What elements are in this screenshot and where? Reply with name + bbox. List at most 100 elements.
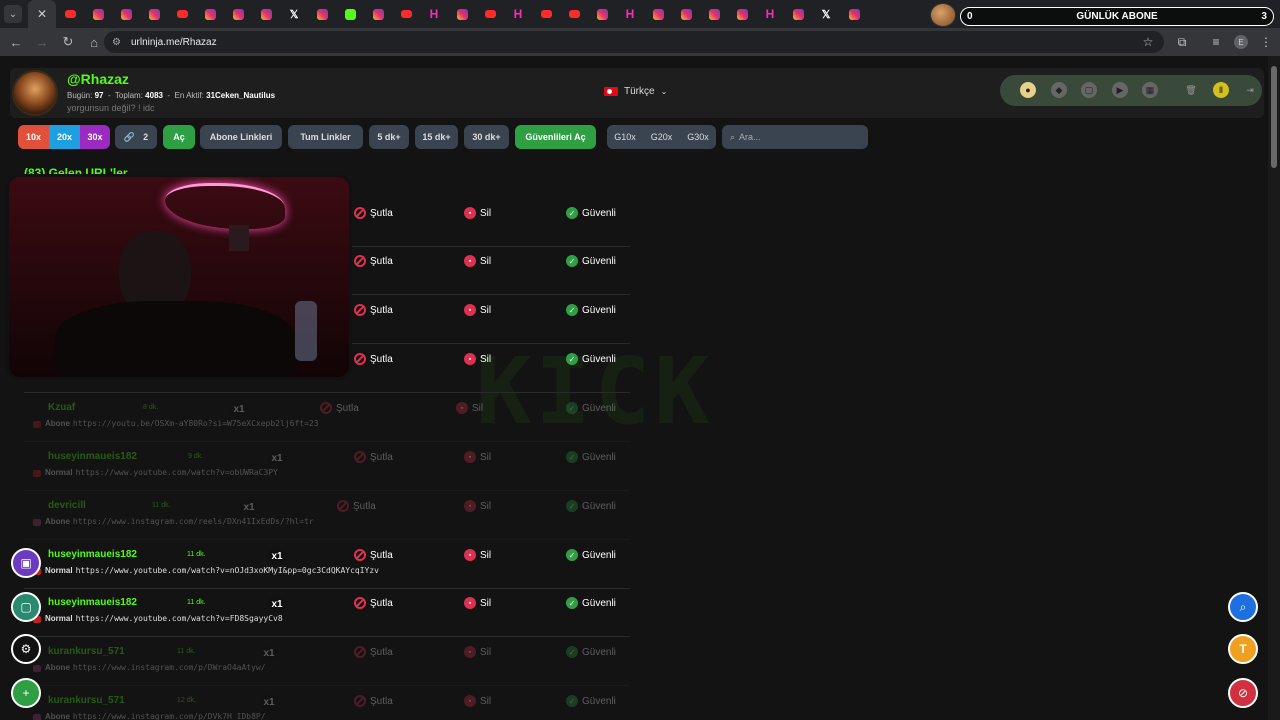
submitter-name[interactable]: Kzuaf xyxy=(48,402,75,413)
browser-tab[interactable]: 𝕏 xyxy=(812,0,840,28)
mult-10x-button[interactable]: 10x xyxy=(18,125,49,149)
kick-button[interactable]: ▢ xyxy=(11,592,41,622)
skip-button[interactable]: Şutla xyxy=(354,549,393,561)
all-links-button[interactable]: Tum Linkler xyxy=(288,125,363,149)
browser-tab[interactable] xyxy=(112,0,140,28)
profile-avatar[interactable]: E xyxy=(1234,35,1248,49)
url-line[interactable]: Abone https://www.instagram.com/p/DWraO4a… xyxy=(45,663,266,672)
delete-button[interactable]: ▪ Sil xyxy=(464,500,491,512)
min5-button[interactable]: 5 dk+ xyxy=(369,125,409,149)
grid-icon[interactable]: ▦ xyxy=(1142,82,1158,98)
t-button[interactable]: T xyxy=(1228,634,1258,664)
url-line[interactable]: Abone https://youtu.be/OSXm-aY80Ro?si=W75… xyxy=(45,419,319,428)
sub-links-button[interactable]: Abone Linkleri xyxy=(200,125,282,149)
add-user-button[interactable]: + xyxy=(11,678,41,708)
mult-30x-button[interactable]: 30x xyxy=(80,125,110,149)
browser-tab[interactable] xyxy=(196,0,224,28)
url-line[interactable]: Normal https://www.youtube.com/watch?v=nO… xyxy=(45,566,379,575)
delete-button[interactable]: ▪ Sil xyxy=(464,207,491,219)
extensions-icon[interactable]: ⧉ xyxy=(1172,32,1192,52)
submitter-name[interactable]: huseyinmaueis182 xyxy=(48,549,137,560)
media-icon[interactable]: ≡ xyxy=(1206,32,1226,52)
skip-button[interactable]: Şutla xyxy=(320,402,359,414)
browser-tab[interactable]: 𝕏 xyxy=(280,0,308,28)
skip-button[interactable]: Şutla xyxy=(354,353,393,365)
open-safe-button[interactable]: Güvenlileri Aç xyxy=(515,125,596,149)
submitter-name[interactable]: huseyinmaueis182 xyxy=(48,597,137,608)
language-select[interactable]: Türkçe ⌄ xyxy=(604,86,667,97)
browser-tab[interactable] xyxy=(588,0,616,28)
instagram-icon[interactable]: ▢ xyxy=(1081,82,1097,98)
browser-tab[interactable] xyxy=(252,0,280,28)
search-float-button[interactable]: ⌕ xyxy=(1228,592,1258,622)
safe-button[interactable]: ✓ Güvenli xyxy=(566,451,616,463)
logout-icon[interactable]: ⇥ xyxy=(1244,82,1256,98)
g20-button[interactable]: G20x xyxy=(643,125,680,149)
browser-tab[interactable] xyxy=(56,0,84,28)
submitter-name[interactable]: kurankursu_571 xyxy=(48,646,125,657)
browser-tab[interactable] xyxy=(840,0,868,28)
delete-button[interactable]: ▪ Sil xyxy=(464,353,491,365)
safe-button[interactable]: ✓ Güvenli xyxy=(566,695,616,707)
browser-tab[interactable] xyxy=(392,0,420,28)
menu-kebab-icon[interactable]: ⋮ xyxy=(1256,32,1276,52)
safe-button[interactable]: ✓ Güvenli xyxy=(566,304,616,316)
page-scrollbar[interactable] xyxy=(1268,56,1280,720)
trash-icon[interactable]: 🗑 xyxy=(1183,82,1199,98)
scrollbar-thumb[interactable] xyxy=(1271,66,1277,168)
browser-tab[interactable] xyxy=(336,0,364,28)
delete-button[interactable]: ▪ Sil xyxy=(464,549,491,561)
url-line[interactable]: Normal https://www.youtube.com/watch?v=FD… xyxy=(45,614,283,623)
browser-tab[interactable] xyxy=(308,0,336,28)
browser-tab[interactable] xyxy=(784,0,812,28)
youtube-icon[interactable]: ▶ xyxy=(1112,82,1128,98)
skip-button[interactable]: Şutla xyxy=(354,597,393,609)
skip-button[interactable]: Şutla xyxy=(354,695,393,707)
back-icon[interactable]: ← xyxy=(4,30,28,54)
safe-button[interactable]: ✓ Güvenli xyxy=(566,597,616,609)
browser-tab[interactable] xyxy=(532,0,560,28)
skip-button[interactable]: Şutla xyxy=(354,451,393,463)
browser-tab[interactable] xyxy=(224,0,252,28)
safe-button[interactable]: ✓ Güvenli xyxy=(566,353,616,365)
settings-button[interactable]: ⚙ xyxy=(11,634,41,664)
safe-button[interactable]: ✓ Güvenli xyxy=(566,255,616,267)
browser-tab[interactable] xyxy=(644,0,672,28)
bookmark-star-icon[interactable]: ☆ xyxy=(1138,32,1158,52)
skip-button[interactable]: Şutla xyxy=(337,500,376,512)
delete-button[interactable]: ▪ Sil xyxy=(464,451,491,463)
site-info-icon[interactable]: ⚙ xyxy=(112,37,121,48)
browser-tab[interactable] xyxy=(700,0,728,28)
g30-button[interactable]: G30x xyxy=(680,125,716,149)
safe-button[interactable]: ✓ Güvenli xyxy=(566,646,616,658)
user-block-button[interactable]: ⊘ xyxy=(1228,678,1258,708)
safe-button[interactable]: ✓ Güvenli xyxy=(566,549,616,561)
tab-search-icon[interactable]: ⌄ xyxy=(4,5,22,23)
url-line[interactable]: Abone https://www.instagram.com/p/DVk7H_I… xyxy=(45,712,266,720)
safe-button[interactable]: ✓ Güvenli xyxy=(566,402,616,414)
delete-button[interactable]: ▪ Sil xyxy=(464,255,491,267)
browser-tab[interactable]: H xyxy=(420,0,448,28)
twitch-button[interactable]: ▣ xyxy=(11,548,41,578)
g10-button[interactable]: G10x xyxy=(607,125,643,149)
delete-button[interactable]: ▪ Sil xyxy=(456,402,483,414)
delete-button[interactable]: ▪ Sil xyxy=(464,304,491,316)
delete-button[interactable]: ▪ Sil xyxy=(464,646,491,658)
twitter-icon[interactable]: ◆ xyxy=(1051,82,1067,98)
pause-icon[interactable]: Ⅱ xyxy=(1213,82,1229,98)
browser-tab[interactable]: H xyxy=(504,0,532,28)
search-input[interactable]: ⌕ Ara... xyxy=(722,125,868,149)
forward-icon[interactable]: → xyxy=(30,30,54,54)
submitter-name[interactable]: devricill xyxy=(48,500,86,511)
url-line[interactable]: Normal https://www.youtube.com/watch?v=ob… xyxy=(45,468,278,477)
home-icon[interactable]: ⌂ xyxy=(82,30,106,54)
open-button[interactable]: Aç xyxy=(163,125,195,149)
skip-button[interactable]: Şutla xyxy=(354,304,393,316)
delete-button[interactable]: ▪ Sil xyxy=(464,695,491,707)
min15-button[interactable]: 15 dk+ xyxy=(415,125,458,149)
browser-tab[interactable] xyxy=(476,0,504,28)
browser-tab[interactable] xyxy=(168,0,196,28)
reload-icon[interactable]: ↻ xyxy=(56,30,80,54)
mult-20x-button[interactable]: 20x xyxy=(49,125,80,149)
active-tab[interactable]: ✕ xyxy=(28,0,56,28)
